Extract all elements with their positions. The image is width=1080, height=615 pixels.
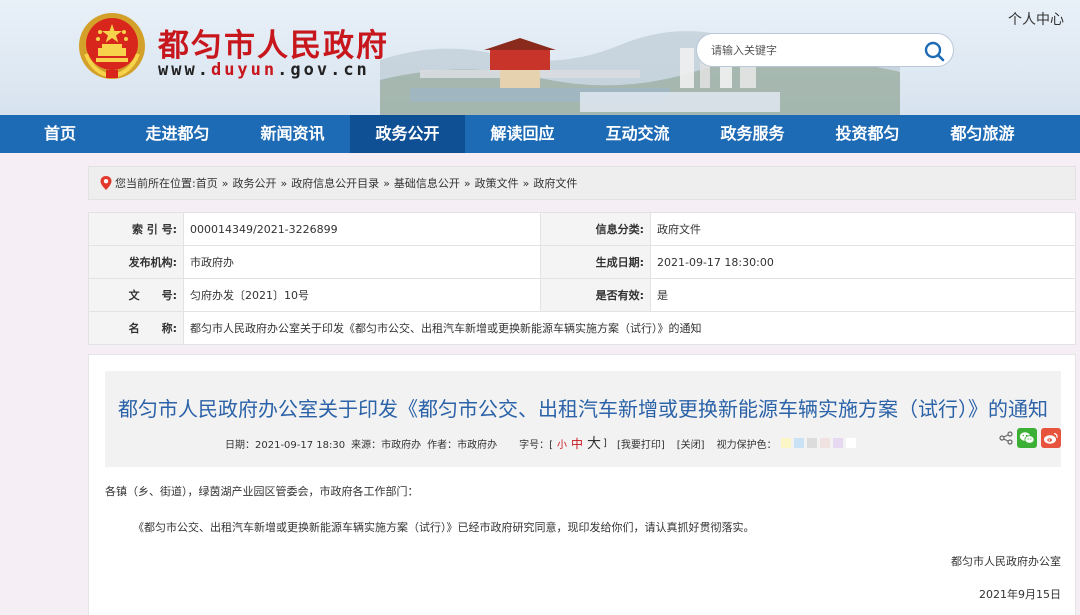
site-title: 都匀市人民政府 bbox=[158, 28, 389, 64]
user-center-link[interactable]: 个人中心 bbox=[1008, 9, 1064, 29]
article-panel: 都匀市人民政府办公室关于印发《都匀市公交、出租汽车新增或更换新能源车辆实施方案（… bbox=[88, 354, 1076, 615]
table-row: 索 引 号: 000014349/2021-3226899 信息分类: 政府文件 bbox=[88, 212, 1076, 246]
wechat-share-button[interactable] bbox=[1017, 428, 1037, 448]
breadcrumb-separator: » bbox=[221, 176, 229, 190]
share-icon[interactable] bbox=[999, 431, 1013, 445]
breadcrumb: 您当前所在位置: 首页 » 政务公开 » 政府信息公开目录 » 基础信息公开 »… bbox=[88, 166, 1076, 200]
eye-color-swatch[interactable] bbox=[832, 438, 843, 448]
name-value: 都匀市人民政府办公室关于印发《都匀市公交、出租汽车新增或更换新能源车辆实施方案（… bbox=[183, 311, 1076, 345]
issuer-value: 市政府办 bbox=[183, 245, 541, 279]
eye-protect-label: 视力保护色： bbox=[716, 439, 777, 451]
eye-color-swatch[interactable] bbox=[845, 438, 856, 448]
breadcrumb-separator: » bbox=[383, 176, 390, 190]
location-pin-icon bbox=[100, 176, 112, 190]
document-info-table: 索 引 号: 000014349/2021-3226899 信息分类: 政府文件… bbox=[88, 212, 1076, 345]
eye-color-swatch[interactable] bbox=[780, 438, 791, 448]
wechat-icon bbox=[1019, 432, 1035, 444]
date-label: 生成日期: bbox=[540, 245, 651, 279]
article-sign-date: 2021年9月15日 bbox=[979, 588, 1061, 601]
article-signature: 都匀市人民政府办公室 bbox=[951, 555, 1061, 568]
breadcrumb-separator: » bbox=[522, 176, 530, 190]
eye-color-swatch[interactable] bbox=[806, 438, 817, 448]
url-suffix: .gov.cn bbox=[277, 60, 370, 80]
category-label: 信息分类: bbox=[540, 212, 651, 246]
font-size-close: ] bbox=[603, 437, 607, 449]
url-prefix: www. bbox=[158, 60, 211, 80]
weibo-share-button[interactable] bbox=[1041, 428, 1061, 448]
meta-date: 日期：2021-09-17 18:30 bbox=[225, 439, 346, 451]
nav-item-interact[interactable]: 互动交流 bbox=[580, 115, 695, 153]
meta-author: 作者：市政府办 bbox=[427, 439, 498, 451]
nav-item-home[interactable]: 首页 bbox=[0, 115, 120, 153]
nav-item-services[interactable]: 政务服务 bbox=[695, 115, 810, 153]
valid-label: 是否有效: bbox=[540, 278, 651, 312]
search-icon[interactable] bbox=[923, 40, 945, 62]
breadcrumb-gov-open[interactable]: 政务公开 bbox=[232, 175, 276, 191]
breadcrumb-home[interactable]: 首页 bbox=[196, 175, 218, 191]
breadcrumb-catalog[interactable]: 政府信息公开目录 bbox=[291, 175, 379, 191]
table-row: 文 号: 匀府办发〔2021〕10号 是否有效: 是 bbox=[88, 278, 1076, 312]
table-row: 名 称: 都匀市人民政府办公室关于印发《都匀市公交、出租汽车新增或更换新能源车辆… bbox=[88, 311, 1076, 345]
print-button[interactable]: [我要打印] bbox=[617, 436, 665, 451]
index-label: 索 引 号: bbox=[88, 212, 184, 246]
eye-protect-swatches bbox=[780, 438, 859, 448]
breadcrumb-separator: » bbox=[463, 176, 471, 190]
article-title: 都匀市人民政府办公室关于印发《都匀市公交、出租汽车新增或更换新能源车辆实施方案（… bbox=[118, 397, 1048, 421]
url-highlight: duyun bbox=[210, 60, 278, 80]
name-label: 名 称: bbox=[88, 311, 184, 345]
weibo-icon bbox=[1044, 432, 1058, 444]
breadcrumb-prefix: 您当前所在位置: bbox=[115, 177, 196, 190]
share-bar bbox=[999, 428, 1061, 448]
nav-item-about[interactable]: 走进都匀 bbox=[120, 115, 235, 153]
site-url: www.duyun.gov.cn bbox=[158, 60, 370, 80]
font-large-button[interactable]: 大 bbox=[587, 433, 601, 453]
breadcrumb-gov-docs[interactable]: 政府文件 bbox=[533, 175, 577, 191]
close-button[interactable]: [关闭] bbox=[677, 436, 705, 451]
article-meta: 日期：2021-09-17 18:30 来源：市政府办 作者：市政府办 字号：[… bbox=[225, 433, 859, 453]
search-input[interactable] bbox=[711, 40, 911, 60]
national-emblem-icon bbox=[79, 13, 145, 79]
font-small-button[interactable]: 小 bbox=[557, 436, 567, 451]
font-medium-button[interactable]: 中 bbox=[571, 435, 583, 452]
nav-item-invest[interactable]: 投资都匀 bbox=[810, 115, 925, 153]
issuer-label: 发布机构: bbox=[88, 245, 184, 279]
nav-item-interpret[interactable]: 解读回应 bbox=[465, 115, 580, 153]
meta-source: 来源：市政府办 bbox=[351, 439, 422, 451]
date-value: 2021-09-17 18:30:00 bbox=[650, 245, 1076, 279]
docno-label: 文 号: bbox=[88, 278, 184, 312]
eye-color-swatch[interactable] bbox=[819, 438, 830, 448]
valid-value: 是 bbox=[650, 278, 1076, 312]
article-greeting: 各镇（乡、街道），绿茵湖产业园区管委会，市政府各工作部门： bbox=[105, 485, 419, 498]
font-size-label: 字号：[ bbox=[519, 439, 554, 451]
index-value: 000014349/2021-3226899 bbox=[183, 212, 541, 246]
table-row: 发布机构: 市政府办 生成日期: 2021-09-17 18:30:00 bbox=[88, 245, 1076, 279]
main-nav: 首页 走进都匀 新闻资讯 政务公开 解读回应 互动交流 政务服务 投资都匀 都匀… bbox=[0, 115, 1080, 153]
nav-item-tourism[interactable]: 都匀旅游 bbox=[925, 115, 1040, 153]
search-box bbox=[696, 33, 954, 67]
site-header: 都匀市人民政府 www.duyun.gov.cn 个人中心 bbox=[0, 0, 1080, 115]
nav-item-gov-open[interactable]: 政务公开 bbox=[350, 115, 465, 153]
article-paragraph: 《都匀市公交、出租汽车新增或更换新能源车辆实施方案（试行）》已经市政府研究同意，… bbox=[133, 521, 755, 534]
article-header: 都匀市人民政府办公室关于印发《都匀市公交、出租汽车新增或更换新能源车辆实施方案（… bbox=[105, 371, 1061, 467]
docno-value: 匀府办发〔2021〕10号 bbox=[183, 278, 541, 312]
category-value: 政府文件 bbox=[650, 212, 1076, 246]
nav-item-news[interactable]: 新闻资讯 bbox=[235, 115, 350, 153]
eye-color-swatch[interactable] bbox=[793, 438, 804, 448]
breadcrumb-separator: » bbox=[280, 176, 288, 190]
breadcrumb-basic-info[interactable]: 基础信息公开 bbox=[394, 175, 460, 191]
breadcrumb-policy-docs[interactable]: 政策文件 bbox=[475, 175, 519, 191]
